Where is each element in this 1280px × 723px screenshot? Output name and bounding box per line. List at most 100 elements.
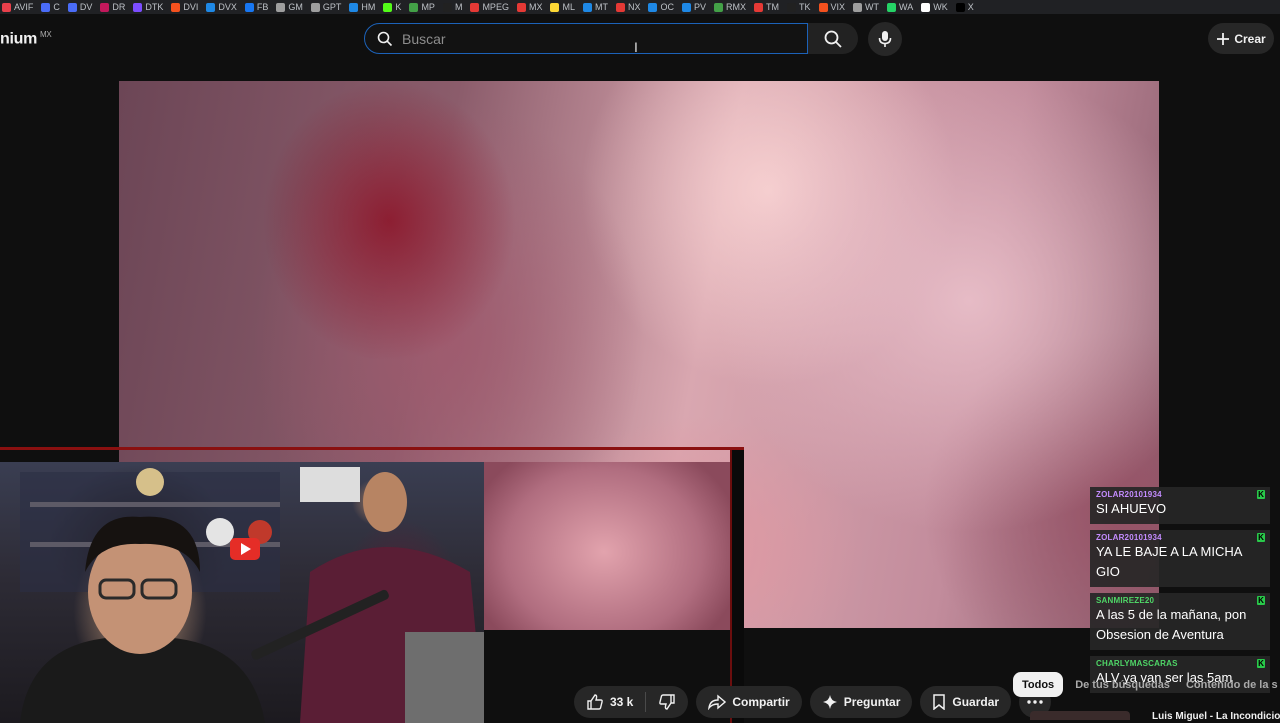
logo-text: nium [0,30,38,48]
share-label: Compartir [732,695,790,709]
kick-badge-icon: K [1257,596,1265,605]
bookmark-favicon-icon [2,2,11,12]
ask-label: Preguntar [843,695,901,709]
bookmark-favicon-icon [550,2,560,12]
chip-related-content[interactable]: Contenido de la s [1182,672,1280,697]
bookmark-label: DVI [183,2,199,12]
bookmark-label: DR [112,2,126,12]
like-count: 33 k [610,695,634,709]
bookmark-item[interactable]: C [41,2,60,12]
bookmark-favicon-icon [516,2,526,12]
bookmark-item[interactable]: GM [276,2,303,12]
bookmark-label: MPEG [482,2,509,12]
top-bar: niumMX I Crear [0,14,1280,64]
bookmark-item[interactable]: WA [887,2,913,12]
bookmark-item[interactable]: MPEG [470,2,509,12]
bookmark-favicon-icon [442,2,452,12]
bookmark-item[interactable]: MX [516,2,542,12]
bookmark-favicon-icon [171,2,181,12]
bookmark-item[interactable]: MP [409,2,435,12]
voice-search-button[interactable] [868,22,902,56]
bookmark-item[interactable]: DV [67,2,92,12]
kick-badge-icon: K [1257,533,1265,542]
bookmark-item[interactable]: TK [787,2,811,12]
thumbs-up-icon [586,693,604,711]
chat-username: SANMIREZE20 [1096,596,1155,605]
bookmark-item[interactable]: FB [244,2,268,12]
bookmark-label: WT [865,2,880,12]
bookmark-icon [932,694,946,710]
chip-from-searches[interactable]: De tus búsquedas [1071,672,1174,697]
bookmark-item[interactable]: TM [754,2,779,12]
save-label: Guardar [952,695,1000,709]
bookmark-item[interactable]: ML [550,2,575,12]
search-input[interactable] [402,30,782,47]
search-box[interactable] [364,23,808,54]
bookmark-item[interactable]: DVX [206,2,237,12]
bookmark-label: ML [562,2,575,12]
search-icon [824,30,842,48]
bookmark-item[interactable]: VIX [818,2,846,12]
bookmark-item[interactable]: MT [582,2,608,12]
bookmark-label: MT [594,2,608,12]
webcam-video-mirror [484,462,730,630]
bookmark-item[interactable]: GPT [310,2,341,12]
bookmark-favicon-icon [787,2,796,12]
bookmark-favicon-icon [582,2,592,12]
bookmark-item[interactable]: M [442,2,463,12]
bookmark-favicon-icon [206,2,216,12]
ask-button[interactable]: Preguntar [809,686,913,718]
dislike-button[interactable] [646,686,688,718]
bookmark-favicon-icon [383,2,393,12]
bookmark-item[interactable]: AVIF [2,2,33,12]
bookmark-favicon-icon [67,2,77,12]
bookmark-item[interactable]: DTK [133,2,163,12]
bookmark-item[interactable]: WT [853,2,879,12]
bookmark-item[interactable]: K [383,2,401,12]
bookmark-favicon-icon [100,2,110,12]
bookmark-label: GM [288,2,303,12]
bookmark-item[interactable]: DVI [171,2,198,12]
plus-icon [1216,32,1230,46]
share-button[interactable]: Compartir [696,686,802,718]
share-icon [708,694,727,710]
bookmark-item[interactable]: RMX [714,2,746,12]
bookmark-item[interactable]: OC [648,2,674,12]
bookmark-item[interactable]: WK [921,2,948,12]
bookmark-label: MP [421,2,435,12]
bookmark-item[interactable]: X [955,2,974,12]
bookmark-favicon-icon [955,2,965,12]
recommendation-title[interactable]: Luis Miguel - La Incondicional [1152,711,1280,722]
bookmark-item[interactable]: NX [615,2,640,12]
bookmark-favicon-icon [921,2,931,12]
chat-message: SANMIREZE20 K A las 5 de la mañana, pon … [1090,593,1270,650]
chat-username: ZOLAR20101934 [1096,533,1162,542]
bookmark-favicon-icon [818,2,828,12]
chip-all[interactable]: Todos [1013,672,1064,697]
thumbs-down-icon [658,693,676,711]
search-button[interactable] [808,23,858,54]
chat-text: SI AHUEVO [1096,501,1167,516]
video-actions: 33 k Compartir Preguntar Guardar [574,686,1052,718]
bookmark-item[interactable]: PV [681,2,706,12]
site-logo[interactable]: nium MX [0,30,52,48]
bookmark-label: WA [899,2,914,12]
save-button[interactable]: Guardar [920,686,1012,718]
bookmark-label: TK [799,2,811,12]
create-button[interactable]: Crear [1208,23,1274,54]
bookmark-label: OC [660,2,674,12]
search-icon [377,31,393,47]
recommendation-thumbnail[interactable] [1030,711,1130,720]
chat-username: ZOLAR20101934 [1096,490,1162,499]
like-button[interactable]: 33 k [574,686,645,718]
microphone-icon [878,30,892,48]
bookmark-favicon-icon [470,2,480,12]
bookmark-item[interactable]: HM [349,2,375,12]
bookmark-item[interactable]: DR [100,2,125,12]
webcam-feed [0,462,484,723]
bookmark-label: M [454,2,463,12]
kick-badge-icon: K [1257,490,1265,499]
bookmark-favicon-icon [133,2,143,12]
more-horizontal-icon [1027,700,1043,704]
bookmark-label: VIX [830,2,846,12]
